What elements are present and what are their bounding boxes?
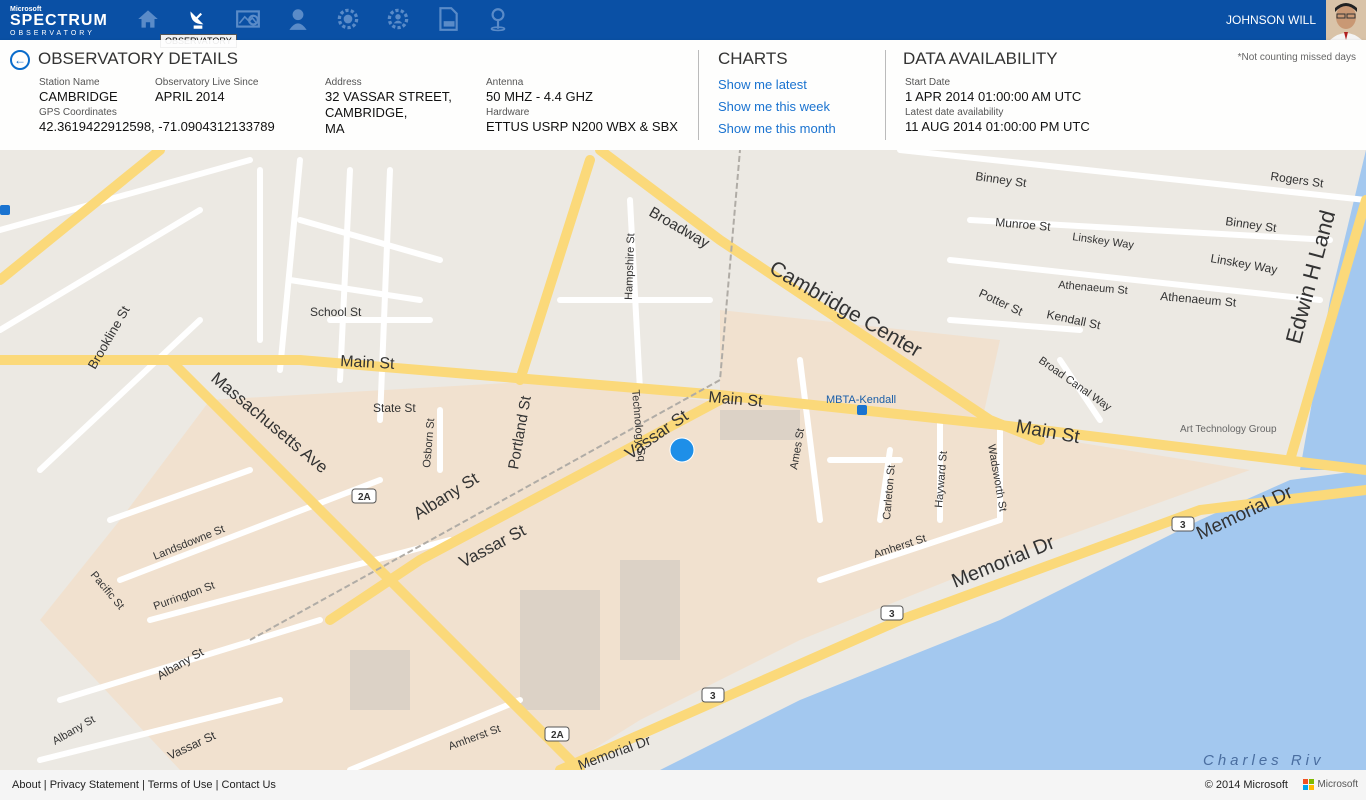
divider (698, 50, 699, 140)
spectrum-logo[interactable]: Microsoft SPECTRUM OBSERVATORY (10, 6, 108, 37)
observatory-location-marker[interactable] (669, 437, 695, 463)
station-name-value: CAMBRIDGE (39, 89, 118, 104)
route-3-shield: 3 (1171, 516, 1195, 532)
show-latest-link[interactable]: Show me latest (718, 77, 807, 92)
charts-title: CHARTS (718, 49, 788, 68)
building (520, 590, 600, 710)
start-date-label: Start Date (905, 77, 951, 88)
person-icon[interactable] (283, 4, 313, 34)
satellite-dish-icon[interactable] (183, 4, 213, 34)
missed-days-note: *Not counting missed days (1237, 52, 1356, 63)
divider (885, 50, 886, 140)
gps-value: 42.3619422912598, -71.0904312133789 (39, 119, 275, 134)
latest-date-value: 11 AUG 2014 01:00:00 PM UTC (905, 119, 1090, 134)
observatory-details-title: OBSERVATORY DETAILS (38, 49, 238, 68)
label-school-st: School St (310, 305, 362, 319)
gps-label: GPS Coordinates (39, 107, 117, 118)
data-availability-title: DATA AVAILABILITY (903, 49, 1058, 68)
address-line-1: 32 VASSAR STREET, (325, 89, 452, 104)
svg-text:2A: 2A (551, 730, 564, 741)
route-3-shield: 3 (880, 605, 904, 621)
raw-file-icon[interactable] (433, 4, 463, 34)
address-line-3: MA (325, 121, 345, 136)
hardware-label: Hardware (486, 107, 530, 118)
antenna-value: 50 MHZ - 4.4 GHZ (486, 89, 593, 104)
label-main-st: Main St (340, 353, 396, 373)
svg-text:3: 3 (1180, 520, 1186, 531)
building (720, 410, 800, 440)
address-label: Address (325, 77, 362, 88)
route-2a-shield: 2A (351, 488, 377, 504)
home-icon[interactable] (133, 4, 163, 34)
transit-icon[interactable] (857, 405, 867, 415)
footer-links[interactable]: About | Privacy Statement | Terms of Use… (12, 779, 276, 791)
label-mbta-kendall[interactable]: MBTA-Kendall (826, 394, 896, 406)
label-charles-river: Charles Riv (1203, 752, 1325, 769)
route-3-shield: 3 (701, 687, 725, 703)
map[interactable]: Main St Main St Main St Cambridge Center… (0, 145, 1366, 775)
microsoft-squares-icon (1303, 779, 1315, 790)
svg-text:3: 3 (710, 691, 716, 702)
location-pin-icon[interactable] (483, 4, 513, 34)
station-name-label: Station Name (39, 77, 100, 88)
label-art-technology-group: Art Technology Group (1180, 424, 1277, 435)
hardware-value: ETTUS USRP N200 WBX & SBX (486, 119, 678, 134)
live-since-label: Observatory Live Since (155, 77, 259, 88)
user-name[interactable]: JOHNSON WILL (1226, 13, 1316, 27)
label-hampshire-st: Hampshire St (623, 233, 637, 300)
transit-icon[interactable] (0, 205, 10, 215)
back-arrow-icon[interactable]: ← (10, 50, 30, 70)
svg-text:3: 3 (889, 609, 895, 620)
gear-icon[interactable] (333, 4, 363, 34)
logo-name: SPECTRUM (10, 12, 108, 29)
latest-date-label: Latest date availability (905, 107, 1004, 118)
live-since-value: APRIL 2014 (155, 89, 225, 104)
microsoft-logo: Microsoft (1303, 779, 1358, 790)
map-search-icon[interactable] (233, 4, 263, 34)
building (350, 650, 410, 710)
building (620, 560, 680, 660)
svg-text:2A: 2A (358, 492, 371, 503)
footer: About | Privacy Statement | Terms of Use… (0, 770, 1366, 800)
map-canvas[interactable]: Main St Main St Main St Cambridge Center… (0, 145, 1366, 775)
avatar[interactable] (1326, 0, 1366, 40)
route-2a-shield: 2A (544, 726, 570, 742)
start-date-value: 1 APR 2014 01:00:00 AM UTC (905, 89, 1082, 104)
logo-sub: OBSERVATORY (10, 30, 95, 37)
settings-users-icon[interactable] (383, 4, 413, 34)
observatory-details-panel: ← OBSERVATORY DETAILS Station Name CAMBR… (0, 40, 1366, 151)
show-month-link[interactable]: Show me this month (718, 121, 836, 136)
copyright: © 2014 Microsoft (1204, 779, 1288, 791)
address-line-2: CAMBRIDGE, (325, 105, 408, 120)
microsoft-wordmark: Microsoft (1317, 779, 1358, 790)
label-state-st: State St (373, 401, 416, 415)
show-week-link[interactable]: Show me this week (718, 99, 830, 114)
antenna-label: Antenna (486, 77, 524, 88)
